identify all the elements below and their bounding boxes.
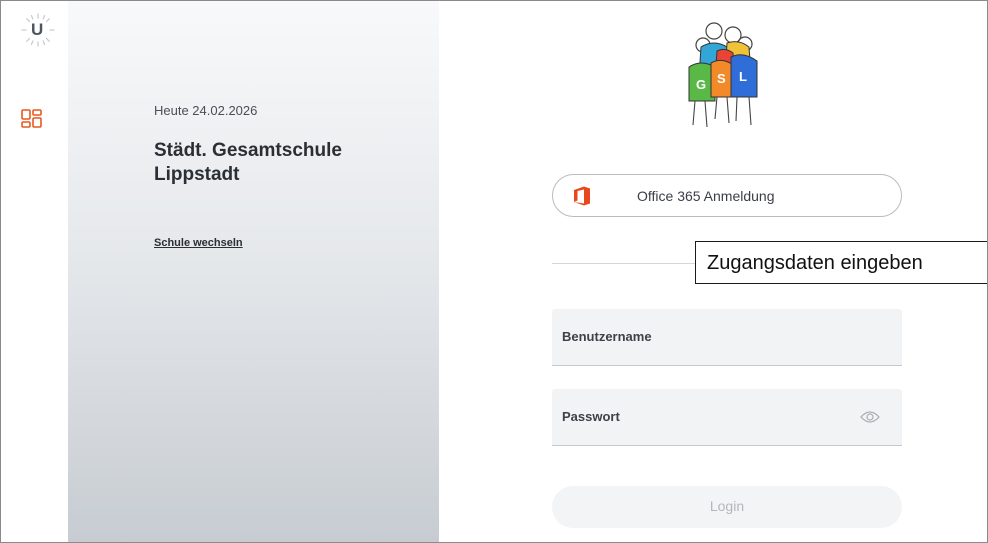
password-placeholder: Passwort — [562, 409, 620, 424]
school-logo: G S L — [681, 17, 777, 131]
school-name: Städt. Gesamtschule Lippstadt — [154, 140, 342, 185]
switch-school-link[interactable]: Schule wechseln — [154, 237, 243, 249]
app-window: U Heute 24.02.2026 Städt. Gesamtschule L… — [0, 0, 988, 543]
school-logo-letter: L — [739, 69, 747, 84]
login-button-label: Login — [709, 498, 745, 514]
username-field[interactable]: Benutzername — [552, 309, 902, 366]
login-panel: G S L Office 365 Anmeldung Zugangsdaten … — [439, 1, 987, 542]
username-placeholder: Benutzername — [562, 329, 652, 344]
current-date: Heute 24.02.2026 — [154, 103, 258, 118]
office365-login-label: Office 365 Anmeldung — [637, 188, 775, 204]
untis-logo-icon[interactable]: U — [20, 12, 56, 48]
school-info-panel: Heute 24.02.2026 Städt. Gesamtschule Lip… — [68, 1, 439, 542]
left-rail: U — [1, 1, 68, 542]
office365-login-button[interactable]: Office 365 Anmeldung — [552, 174, 902, 217]
password-field[interactable]: Passwort — [552, 389, 902, 446]
school-logo-letter: S — [717, 71, 726, 86]
divider — [552, 263, 697, 264]
office365-icon — [573, 186, 591, 206]
school-logo-letter: G — [696, 77, 706, 92]
login-button[interactable]: Login — [552, 486, 902, 528]
eye-icon[interactable] — [860, 410, 880, 424]
credentials-tooltip: Zugangsdaten eingeben — [695, 241, 987, 284]
dashboard-grid-icon[interactable] — [19, 107, 45, 133]
untis-logo-letter: U — [31, 20, 44, 39]
